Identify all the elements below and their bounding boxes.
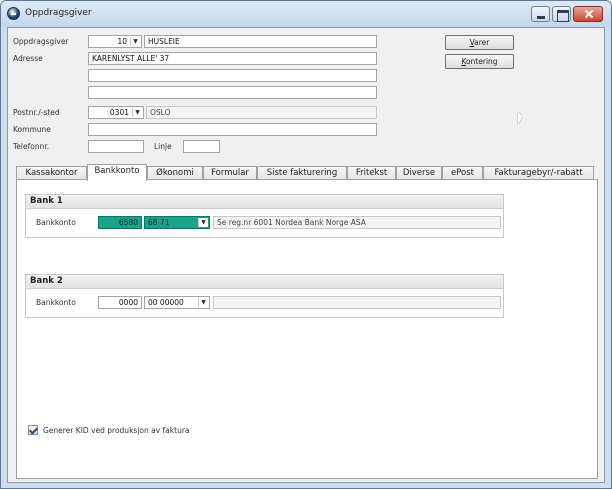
main-window: Oppdragsgiver Oppdragsgiver 10 ▼ HUSLEIE… bbox=[0, 0, 612, 489]
tab-kassakontor[interactable]: Kassakontor bbox=[16, 166, 87, 180]
maximize-button[interactable] bbox=[552, 6, 571, 22]
kontering-button[interactable]: Kontering bbox=[445, 54, 514, 69]
tab-diverse[interactable]: Diverse bbox=[396, 166, 442, 180]
kommune-label: Kommune bbox=[13, 125, 51, 134]
mouse-cursor-icon bbox=[518, 112, 523, 124]
bank1-account-label: Bankkonto bbox=[36, 218, 76, 227]
bank1-account-value: 68 71 bbox=[148, 218, 170, 227]
adresse-line3-field[interactable] bbox=[88, 86, 377, 99]
bank2-info-field bbox=[213, 296, 501, 309]
bank2-account-label: Bankkonto bbox=[36, 298, 76, 307]
telefon-field[interactable] bbox=[88, 140, 144, 153]
tab-fakturagebyr-rabatt[interactable]: Fakturagebyr/-rabatt bbox=[483, 166, 594, 180]
postnr-combo[interactable]: 0301 ▼ bbox=[88, 106, 144, 119]
bank1-account-combo[interactable]: 68 71 ▼ bbox=[144, 216, 210, 229]
bank2-group: Bank 2 Bankkonto 0000 00 00000 ▼ bbox=[25, 274, 504, 318]
tab-epost[interactable]: ePost bbox=[442, 166, 483, 180]
minimize-button[interactable] bbox=[531, 6, 550, 22]
chevron-down-icon[interactable]: ▼ bbox=[130, 37, 140, 46]
client-area: Oppdragsgiver 10 ▼ HUSLEIE Adresse KAREN… bbox=[7, 27, 605, 483]
bank1-group: Bank 1 Bankkonto 6580 68 71 ▼ Se reg.nr … bbox=[25, 194, 504, 238]
kid-checkbox[interactable] bbox=[28, 425, 38, 435]
chevron-down-icon[interactable]: ▼ bbox=[198, 298, 208, 307]
chevron-down-icon[interactable]: ▼ bbox=[198, 218, 208, 227]
linje-label: Linje bbox=[154, 142, 172, 151]
oppdragsgiver-name-field[interactable]: HUSLEIE bbox=[144, 35, 377, 48]
postnr-label: Postnr./-sted bbox=[13, 108, 60, 117]
app-icon bbox=[7, 7, 20, 20]
adresse-line1-field[interactable]: KARENLYST ALLE' 37 bbox=[88, 52, 377, 65]
varer-button[interactable]: Varer bbox=[445, 35, 514, 50]
chevron-down-icon[interactable]: ▼ bbox=[132, 108, 142, 117]
tab-formular[interactable]: Formular bbox=[203, 166, 257, 180]
close-button[interactable] bbox=[573, 6, 603, 22]
tab-fritekst[interactable]: Fritekst bbox=[347, 166, 396, 180]
tab-okonomi[interactable]: Økonomi bbox=[147, 166, 203, 180]
bank1-title: Bank 1 bbox=[26, 195, 503, 209]
title-bar[interactable]: Oppdragsgiver bbox=[1, 1, 611, 27]
bank2-account-value: 00 00000 bbox=[148, 298, 184, 307]
adresse-line2-field[interactable] bbox=[88, 69, 377, 82]
postnr-value: 0301 bbox=[109, 108, 129, 117]
bank2-title: Bank 2 bbox=[26, 275, 503, 289]
linje-field[interactable] bbox=[183, 140, 220, 153]
bank2-account-combo[interactable]: 00 00000 ▼ bbox=[144, 296, 210, 309]
kommune-field[interactable] bbox=[88, 123, 377, 136]
bank1-info-field: Se reg.nr 6001 Nordea Bank Norge ASA bbox=[213, 216, 501, 229]
telefon-label: Telefonnr. bbox=[13, 142, 50, 151]
poststed-field: OSLO bbox=[146, 106, 377, 119]
bank1-reg-field[interactable]: 6580 bbox=[98, 216, 142, 229]
window-title: Oppdragsgiver bbox=[25, 8, 92, 18]
adresse-label: Adresse bbox=[13, 54, 43, 63]
tab-strip: Kassakontor Bankkonto Økonomi Formular S… bbox=[16, 164, 598, 181]
tab-siste-fakturering[interactable]: Siste fakturering bbox=[257, 166, 347, 180]
bank2-reg-field[interactable]: 0000 bbox=[98, 296, 142, 309]
oppdragsgiver-code-combo[interactable]: 10 ▼ bbox=[88, 35, 142, 48]
oppdragsgiver-label: Oppdragsgiver bbox=[13, 37, 69, 46]
kid-checkbox-label[interactable]: Generer KID ved produksjon av faktura bbox=[43, 426, 190, 435]
bankkonto-panel: Bank 1 Bankkonto 6580 68 71 ▼ Se reg.nr … bbox=[16, 179, 598, 479]
oppdragsgiver-code: 10 bbox=[117, 37, 127, 46]
tab-bankkonto[interactable]: Bankkonto bbox=[87, 164, 147, 181]
